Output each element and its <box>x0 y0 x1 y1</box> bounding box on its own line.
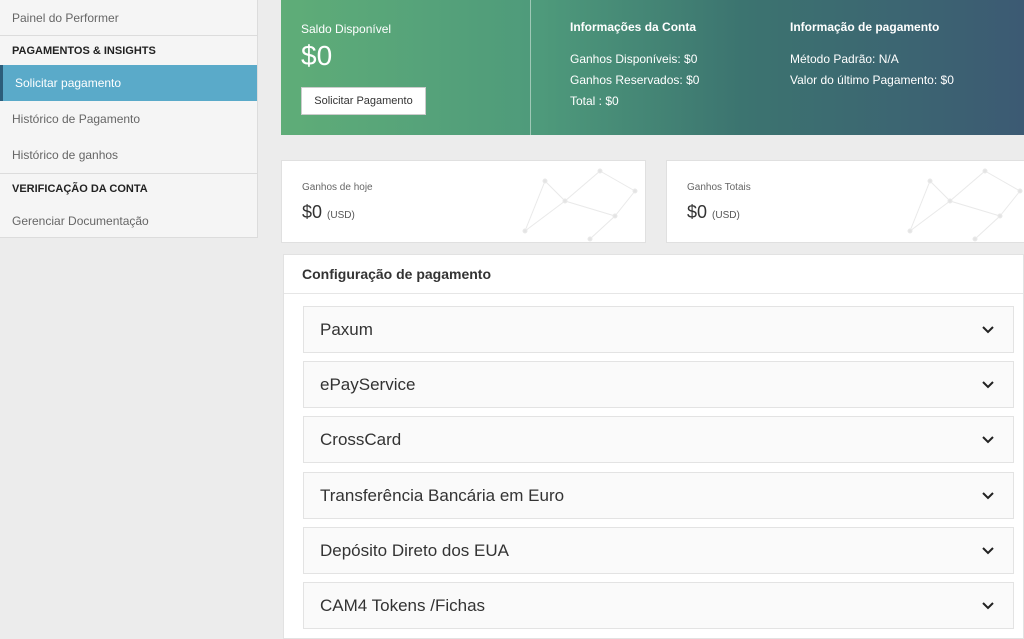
payment-method-label: ePayService <box>320 374 416 394</box>
payment-method-paxum[interactable]: Paxum <box>303 306 1014 353</box>
sidebar-item-earnings-history[interactable]: Histórico de ganhos <box>0 137 257 173</box>
chevron-down-icon[interactable] <box>981 599 995 613</box>
reserved-earnings: Ganhos Reservados: $0 <box>570 73 700 87</box>
balance-value: $0 <box>301 40 333 71</box>
balance-banner: Saldo Disponível $0 Solicitar Pagamento … <box>281 0 1024 135</box>
payment-method-crosscard[interactable]: CrossCard <box>303 416 1014 463</box>
payment-method-label: CrossCard <box>320 429 402 449</box>
sidebar-item-dashboard[interactable]: Painel do Performer <box>0 0 257 35</box>
payment-method-us-direct-deposit[interactable]: Depósito Direto dos EUA <box>303 527 1014 574</box>
chevron-down-icon[interactable] <box>981 544 995 558</box>
balance-label: Saldo Disponível <box>301 22 392 36</box>
network-pattern-icon <box>522 168 638 242</box>
total-earnings-currency: (USD) <box>712 210 740 221</box>
sidebar-item-request-payment[interactable]: Solicitar pagamento <box>0 65 257 101</box>
sidebar-item-payment-history[interactable]: Histórico de Pagamento <box>0 101 257 137</box>
sidebar: Painel do Performer PAGAMENTOS & INSIGHT… <box>0 0 258 238</box>
available-earnings: Ganhos Disponíveis: $0 <box>570 52 698 66</box>
total-earnings-value: $0 (USD) <box>687 202 740 223</box>
network-pattern-icon <box>907 168 1023 242</box>
today-earnings-currency: (USD) <box>327 210 355 221</box>
payment-method-label: Paxum <box>320 319 373 339</box>
payment-info: Informação de pagamento Método Padrão: N… <box>790 20 954 94</box>
total-earnings-card: Ganhos Totais $0 (USD) <box>666 160 1024 243</box>
total-earnings-label: Ganhos Totais <box>687 182 751 193</box>
chevron-down-icon[interactable] <box>981 489 995 503</box>
payment-method-label: CAM4 Tokens /Fichas <box>320 595 486 615</box>
payment-method-label: Depósito Direto dos EUA <box>320 540 509 560</box>
account-info: Informações da Conta Ganhos Disponíveis:… <box>570 20 699 115</box>
last-payment: Valor do último Pagamento: $0 <box>790 73 954 87</box>
today-earnings-card: Ganhos de hoje $0 (USD) <box>281 160 646 243</box>
payment-config-title: Configuração de pagamento <box>284 255 1023 294</box>
chevron-down-icon[interactable] <box>981 378 995 392</box>
sidebar-section-verification: VERIFICAÇÃO DA CONTA <box>0 173 257 203</box>
total-earnings-amount: $0 <box>687 202 708 222</box>
payment-method-label: Transferência Bancária em Euro <box>320 485 565 505</box>
total-earnings: Total : $0 <box>570 94 619 108</box>
payment-info-title: Informação de pagamento <box>790 20 940 34</box>
payment-method-epayservice[interactable]: ePayService <box>303 361 1014 408</box>
chevron-down-icon[interactable] <box>981 433 995 447</box>
sidebar-section-payments: PAGAMENTOS & INSIGHTS <box>0 35 257 65</box>
balance-block: Saldo Disponível $0 Solicitar Pagamento <box>301 0 530 135</box>
today-earnings-amount: $0 <box>302 202 323 222</box>
banner-divider <box>530 0 531 135</box>
today-earnings-value: $0 (USD) <box>302 202 355 223</box>
default-method: Método Padrão: N/A <box>790 52 899 66</box>
account-info-title: Informações da Conta <box>570 20 697 34</box>
sidebar-item-manage-docs[interactable]: Gerenciar Documentação <box>0 203 257 239</box>
payment-method-euro-transfer[interactable]: Transferência Bancária em Euro <box>303 472 1014 519</box>
payment-config-panel: Configuração de pagamento Paxum ePayServ… <box>283 254 1024 639</box>
chevron-down-icon[interactable] <box>981 323 995 337</box>
payment-method-cam4-tokens[interactable]: CAM4 Tokens /Fichas <box>303 582 1014 629</box>
request-payment-button[interactable]: Solicitar Pagamento <box>301 87 426 115</box>
today-earnings-label: Ganhos de hoje <box>302 182 373 193</box>
